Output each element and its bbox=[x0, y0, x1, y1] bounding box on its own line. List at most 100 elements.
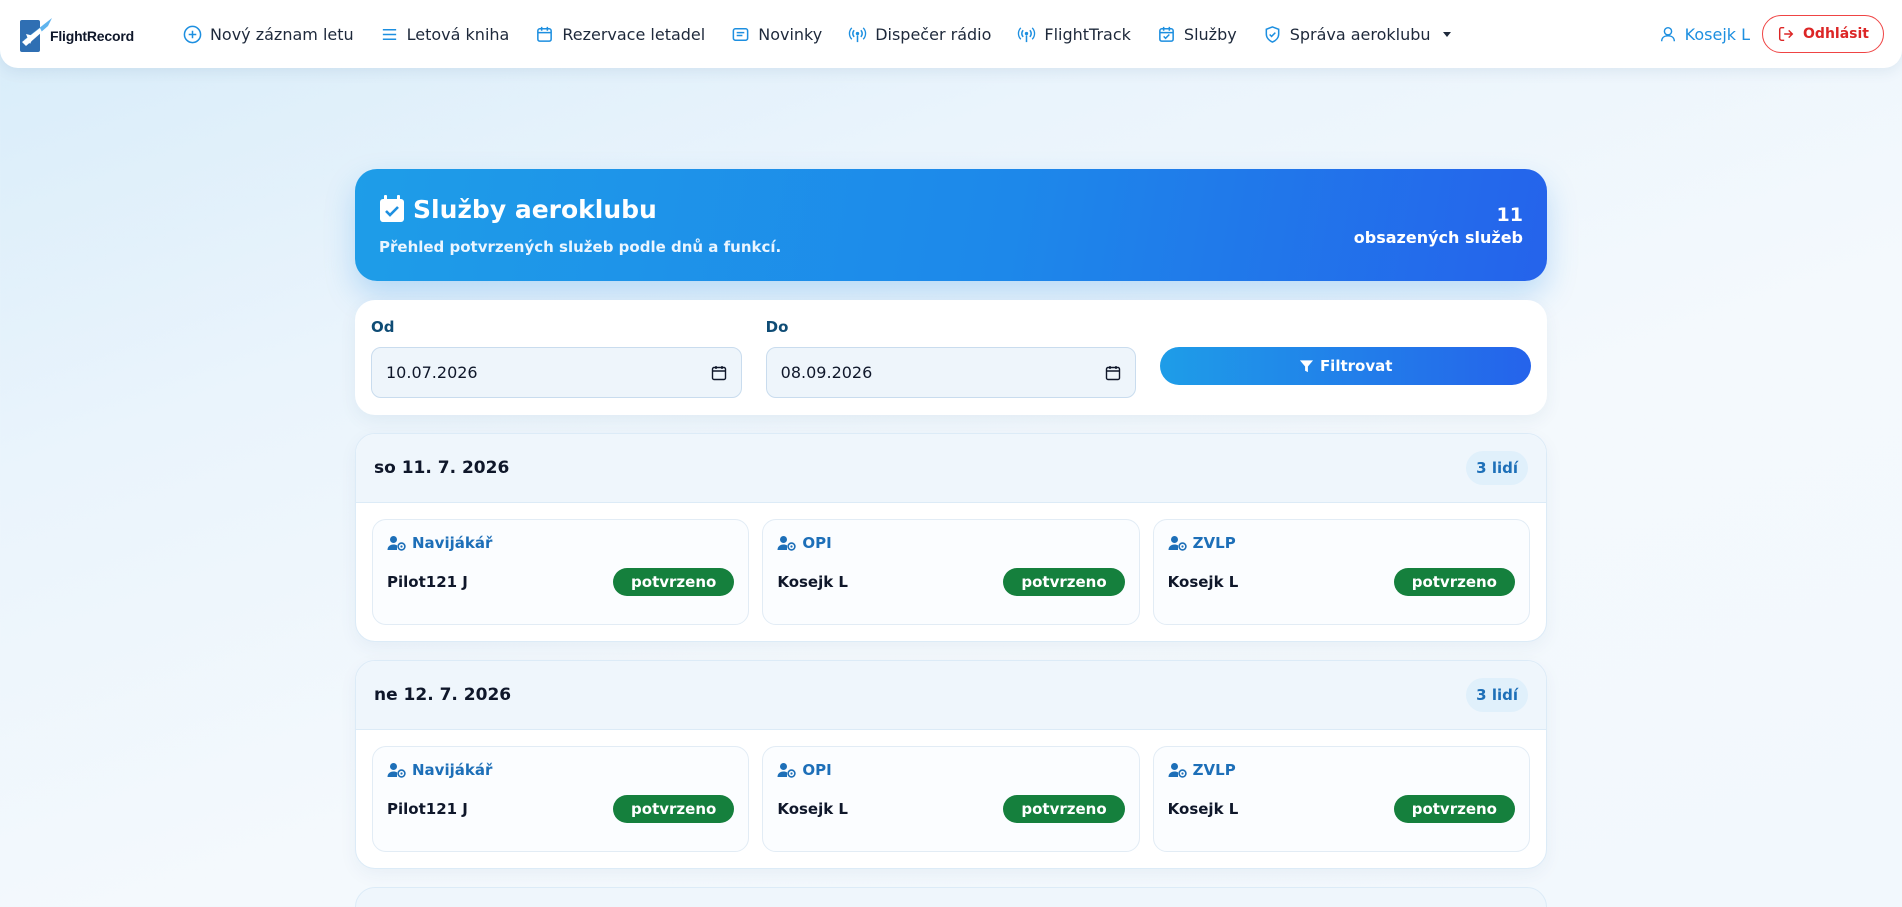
duty-role-label: Navijákář bbox=[412, 534, 493, 552]
date-filter-panel: Od 10.07.2026 Do 08.09.2026 Filtrovat bbox=[355, 300, 1547, 415]
list-icon bbox=[382, 28, 396, 40]
status-badge: potvrzeno bbox=[1003, 568, 1125, 596]
day-card-partial bbox=[355, 887, 1547, 907]
radio-icon bbox=[1018, 26, 1036, 42]
page-title: Služby aeroklubu bbox=[379, 195, 781, 224]
logout-button[interactable]: Odhlásit bbox=[1762, 15, 1884, 53]
duty-person: Kosejk L bbox=[1167, 573, 1239, 591]
nav-flight-log[interactable]: Letová kniha bbox=[367, 14, 523, 54]
to-date-input[interactable]: 08.09.2026 bbox=[765, 347, 1137, 398]
nav-flighttrack[interactable]: FlightTrack bbox=[1004, 14, 1144, 54]
duty-role-label: OPI bbox=[802, 534, 832, 552]
occupied-services-label: obsazených služeb bbox=[1353, 227, 1523, 247]
duty-card: Navijákář Pilot121 J potvrzeno bbox=[372, 746, 750, 852]
calendar-check-icon bbox=[1159, 26, 1174, 42]
duty-person: Pilot121 J bbox=[387, 800, 468, 818]
nav-item-label: Dispečer rádio bbox=[875, 24, 992, 44]
duty-person: Kosejk L bbox=[1167, 800, 1239, 818]
to-date-field: Do 08.09.2026 bbox=[765, 318, 1137, 398]
calendar-check-icon bbox=[380, 195, 404, 222]
services-page: Služby aeroklubu Přehled potvrzených slu… bbox=[355, 169, 1547, 907]
nav-new-flight-record[interactable]: Nový záznam letu bbox=[170, 14, 367, 54]
nav-aircraft-reservations[interactable]: Rezervace letadel bbox=[522, 14, 718, 54]
day-header: so 11. 7. 2026 3 lidí bbox=[356, 434, 1546, 503]
status-badge: potvrzeno bbox=[1003, 795, 1125, 823]
day-title: ne 12. 7. 2026 bbox=[374, 685, 512, 705]
news-icon bbox=[732, 27, 749, 41]
user-gear-icon bbox=[387, 536, 406, 551]
nav-item-label: Nový záznam letu bbox=[209, 24, 354, 44]
occupied-services-counter: 11 obsazených služeb bbox=[1354, 204, 1523, 247]
status-badge: potvrzeno bbox=[613, 568, 735, 596]
filter-button[interactable]: Filtrovat bbox=[1160, 347, 1532, 385]
nav-item-label: Správa aeroklubu bbox=[1289, 24, 1431, 44]
from-date-label: Od bbox=[371, 318, 395, 336]
duty-role-label: ZVLP bbox=[1192, 534, 1236, 552]
day-header: ne 12. 7. 2026 3 lidí bbox=[356, 661, 1546, 730]
duty-person: Kosejk L bbox=[777, 573, 848, 591]
plane-logo-icon bbox=[18, 14, 54, 54]
duty-role: Navijákář bbox=[387, 761, 734, 779]
logout-label: Odhlásit bbox=[1803, 26, 1869, 42]
to-date-value: 08.09.2026 bbox=[780, 363, 873, 382]
people-count-badge: 3 lidí bbox=[1466, 451, 1528, 485]
nav-dispatcher-radio[interactable]: Dispečer rádio bbox=[835, 14, 1004, 54]
status-badge: potvrzeno bbox=[1393, 795, 1515, 823]
plus-circle-icon bbox=[183, 25, 202, 43]
duty-role: ZVLP bbox=[1168, 761, 1515, 779]
duty-person: Kosejk L bbox=[777, 800, 848, 818]
nav-services[interactable]: Služby bbox=[1144, 14, 1250, 54]
duty-card: OPI Kosejk L potvrzeno bbox=[762, 519, 1140, 625]
filter-button-label: Filtrovat bbox=[1319, 357, 1393, 375]
duty-card: ZVLP Kosejk L potvrzeno bbox=[1152, 519, 1530, 625]
people-count-badge: 3 lidí bbox=[1466, 678, 1528, 712]
radio-icon bbox=[848, 26, 867, 42]
status-badge: potvrzeno bbox=[613, 795, 735, 823]
duty-role: ZVLP bbox=[1168, 534, 1515, 552]
funnel-icon bbox=[1299, 359, 1313, 372]
duty-role: OPI bbox=[777, 534, 1124, 552]
status-badge: potvrzeno bbox=[1393, 568, 1515, 596]
duty-role-label: OPI bbox=[802, 761, 832, 779]
logout-icon bbox=[1779, 26, 1794, 42]
nav-item-label: Služby bbox=[1183, 24, 1237, 44]
duty-role-label: ZVLP bbox=[1192, 761, 1236, 779]
calendar-picker-icon[interactable] bbox=[711, 365, 727, 381]
nav-news[interactable]: Novinky bbox=[718, 14, 835, 54]
user-gear-icon bbox=[1168, 763, 1187, 778]
services-hero-banner: Služby aeroklubu Přehled potvrzených slu… bbox=[355, 169, 1547, 281]
duty-role: OPI bbox=[777, 761, 1124, 779]
user-gear-icon bbox=[1168, 536, 1187, 551]
duty-person: Pilot121 J bbox=[387, 573, 468, 591]
duty-card: Navijákář Pilot121 J potvrzeno bbox=[372, 519, 750, 625]
to-date-label: Do bbox=[765, 318, 789, 336]
from-date-value: 10.07.2026 bbox=[386, 363, 478, 382]
nav-club-admin-dropdown[interactable]: Správa aeroklubu bbox=[1250, 14, 1464, 54]
chevron-down-icon bbox=[1442, 31, 1451, 37]
day-title: so 11. 7. 2026 bbox=[374, 458, 510, 478]
user-name: Kosejk L bbox=[1684, 24, 1751, 44]
brand-logo-link[interactable]: FlightRecord bbox=[18, 14, 134, 54]
nav-item-label: Rezervace letadel bbox=[562, 24, 706, 44]
from-date-input[interactable]: 10.07.2026 bbox=[371, 347, 742, 398]
duty-role-label: Navijákář bbox=[412, 761, 493, 779]
calendar-icon bbox=[537, 26, 553, 42]
page-subtitle: Přehled potvrzených služeb podle dnů a f… bbox=[379, 237, 782, 256]
nav-item-label: FlightTrack bbox=[1044, 24, 1131, 44]
occupied-services-count: 11 bbox=[1496, 203, 1523, 226]
day-card: ne 12. 7. 2026 3 lidí Navijákář Pilot121… bbox=[355, 660, 1547, 869]
duty-card: OPI Kosejk L potvrzeno bbox=[762, 746, 1140, 852]
day-card: so 11. 7. 2026 3 lidí Navijákář Pilot121… bbox=[355, 433, 1547, 642]
user-icon bbox=[1660, 26, 1675, 42]
duty-card: ZVLP Kosejk L potvrzeno bbox=[1152, 746, 1530, 852]
calendar-picker-icon[interactable] bbox=[1105, 365, 1121, 381]
brand-name: FlightRecord bbox=[50, 28, 134, 44]
shield-icon bbox=[1265, 25, 1280, 43]
user-profile-link[interactable]: Kosejk L bbox=[1659, 25, 1750, 44]
page-title-text: Služby aeroklubu bbox=[413, 194, 657, 224]
user-gear-icon bbox=[777, 763, 797, 778]
nav-item-label: Letová kniha bbox=[406, 24, 510, 44]
user-gear-icon bbox=[387, 763, 406, 778]
user-gear-icon bbox=[777, 536, 797, 551]
nav-item-label: Novinky bbox=[758, 24, 823, 44]
